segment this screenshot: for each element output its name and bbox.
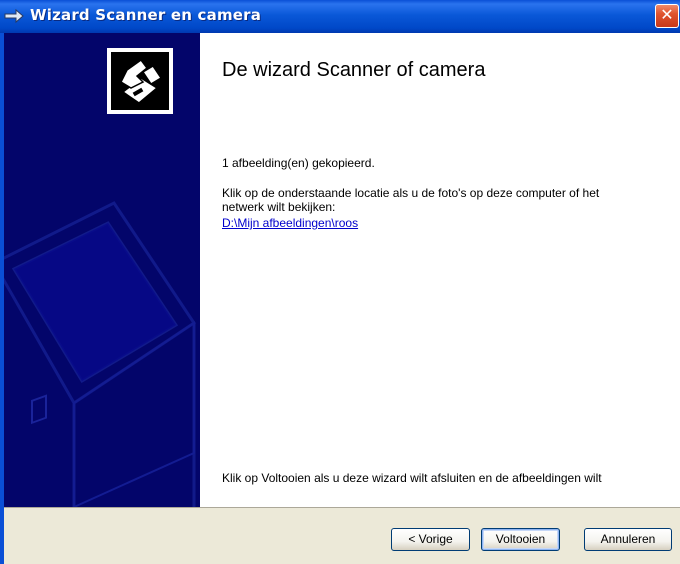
scanner-camera-wizard-icon <box>107 48 173 114</box>
location-instructions-line2: netwerk wilt bekijken: <box>222 200 336 214</box>
finish-button[interactable]: Voltooien <box>481 528 560 551</box>
cancel-button[interactable]: Annuleren <box>584 528 672 551</box>
window-title: Wizard Scanner en camera <box>30 6 262 24</box>
back-button[interactable]: < Vorige <box>391 528 470 551</box>
close-icon: ✕ <box>660 5 674 24</box>
location-link[interactable]: D:\Mijn afbeeldingen\roos <box>222 216 358 230</box>
wizard-content: De wizard Scanner of camera 1 afbeelding… <box>200 33 680 507</box>
close-button[interactable]: ✕ <box>655 4 679 28</box>
title-bar[interactable]: Wizard Scanner en camera ✕ <box>0 0 680 33</box>
wizard-window: Wizard Scanner en camera ✕ De wizard Sca… <box>0 0 680 564</box>
copied-status-text: 1 afbeelding(en) gekopieerd. <box>222 156 375 170</box>
scanner-camera-arrow-icon <box>4 8 24 24</box>
location-instructions-line1: Klik op de onderstaande locatie als u de… <box>222 186 600 200</box>
finish-instructions-text: Klik op Voltooien als u deze wizard wilt… <box>222 471 602 485</box>
page-title: De wizard Scanner of camera <box>222 59 486 81</box>
button-bar <box>4 507 680 564</box>
